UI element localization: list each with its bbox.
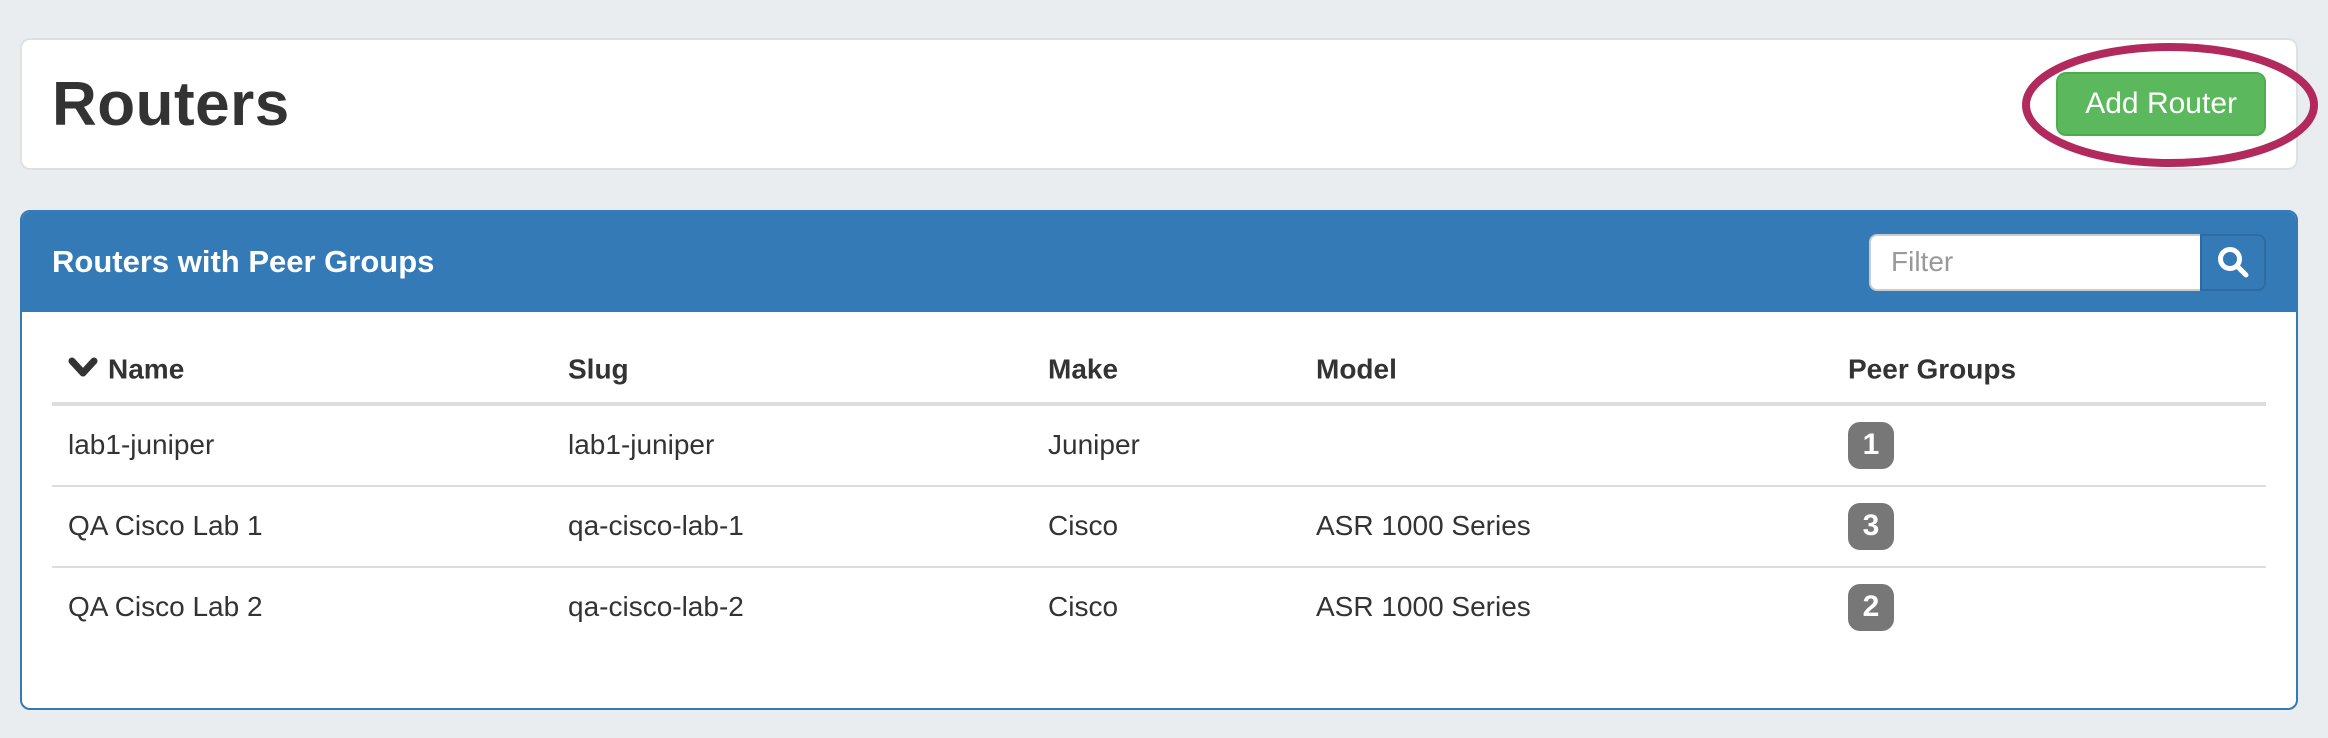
- column-header-name[interactable]: Name: [52, 340, 552, 404]
- add-router-button[interactable]: Add Router: [2056, 72, 2266, 136]
- cell-slug: lab1-juniper: [552, 404, 1032, 486]
- cell-model: ASR 1000 Series: [1300, 567, 1832, 647]
- cell-peer-groups: 2: [1832, 567, 2266, 647]
- peer-groups-badge[interactable]: 1: [1848, 422, 1894, 469]
- cell-model: [1300, 404, 1832, 486]
- column-header-model[interactable]: Model: [1300, 340, 1832, 404]
- table-row: QA Cisco Lab 1 qa-cisco-lab-1 Cisco ASR …: [52, 486, 2266, 567]
- cell-name: QA Cisco Lab 1: [52, 486, 552, 567]
- page-header-card: Routers Add Router: [20, 38, 2298, 170]
- cell-slug: qa-cisco-lab-2: [552, 567, 1032, 647]
- column-header-slug[interactable]: Slug: [552, 340, 1032, 404]
- filter-group: [1869, 234, 2266, 291]
- sort-desc-icon: [68, 356, 98, 378]
- cell-model: ASR 1000 Series: [1300, 486, 1832, 567]
- cell-make: Cisco: [1032, 567, 1300, 647]
- cell-make: Juniper: [1032, 404, 1300, 486]
- cell-make: Cisco: [1032, 486, 1300, 567]
- column-header-make[interactable]: Make: [1032, 340, 1300, 404]
- cell-name: lab1-juniper: [52, 404, 552, 486]
- panel-title: Routers with Peer Groups: [52, 244, 434, 280]
- table-row: lab1-juniper lab1-juniper Juniper 1: [52, 404, 2266, 486]
- panel-body: Name Slug Make Model Peer Groups: [22, 312, 2296, 677]
- peer-groups-badge[interactable]: 3: [1848, 503, 1894, 550]
- search-button[interactable]: [2200, 234, 2266, 291]
- cell-peer-groups: 3: [1832, 486, 2266, 567]
- search-icon: [2215, 244, 2251, 280]
- table-header-row: Name Slug Make Model Peer Groups: [52, 340, 2266, 404]
- filter-input[interactable]: [1869, 234, 2200, 291]
- page: Routers Add Router Routers with Peer Gro…: [0, 0, 2328, 738]
- routers-table: Name Slug Make Model Peer Groups: [52, 340, 2266, 647]
- cell-slug: qa-cisco-lab-1: [552, 486, 1032, 567]
- routers-panel: Routers with Peer Groups: [20, 210, 2298, 710]
- cell-name: QA Cisco Lab 2: [52, 567, 552, 647]
- peer-groups-badge[interactable]: 2: [1848, 584, 1894, 631]
- column-header-peer-groups[interactable]: Peer Groups: [1832, 340, 2266, 404]
- page-title: Routers: [52, 69, 290, 140]
- cell-peer-groups: 1: [1832, 404, 2266, 486]
- table-row: QA Cisco Lab 2 qa-cisco-lab-2 Cisco ASR …: [52, 567, 2266, 647]
- panel-heading: Routers with Peer Groups: [22, 212, 2296, 312]
